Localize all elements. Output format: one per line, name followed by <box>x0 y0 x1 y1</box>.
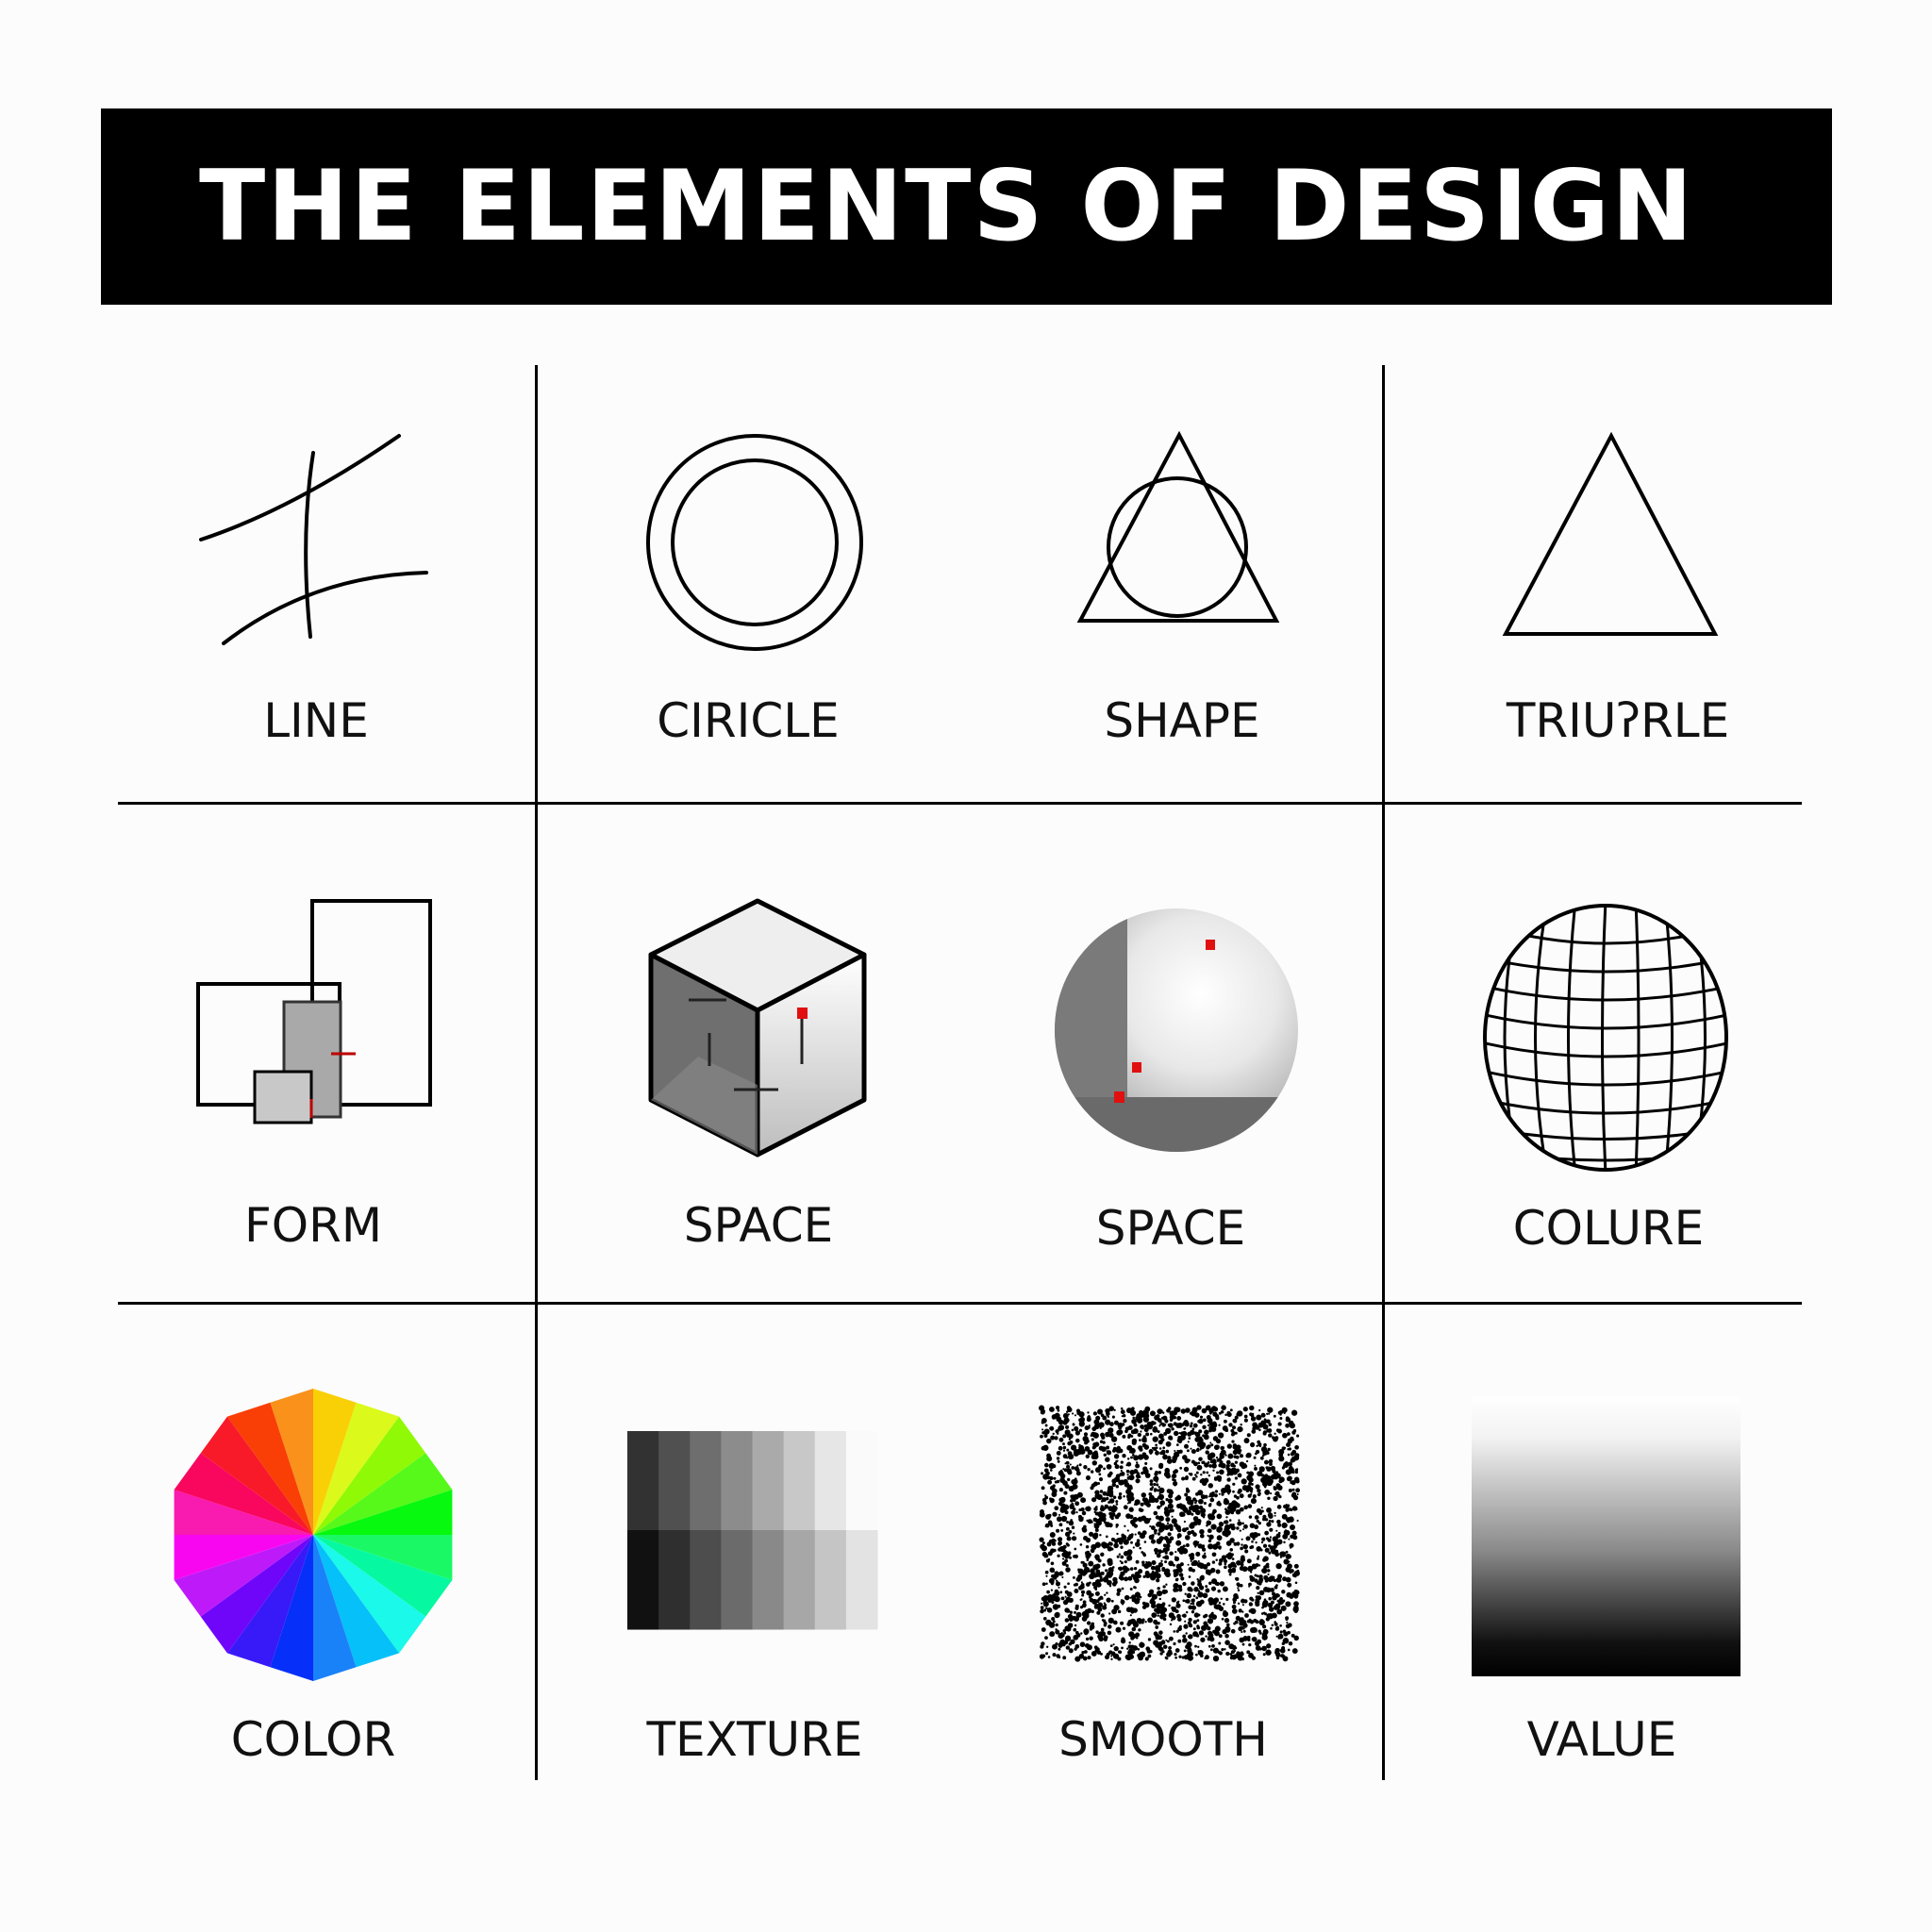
texture-pixel <box>721 1431 753 1465</box>
texture-pixel <box>690 1530 722 1564</box>
texture-pixel <box>752 1563 785 1597</box>
texture-pixel <box>845 1464 878 1498</box>
page-title: THE ELEMENTS OF DESIGN <box>199 150 1695 263</box>
texture-pixel <box>783 1596 816 1630</box>
texture-pixel <box>627 1563 659 1597</box>
cell-label-circle: CIRICLE <box>657 693 840 748</box>
texture-pixel <box>658 1596 691 1630</box>
value-gradient-icon <box>1472 1396 1740 1676</box>
texture-pixel <box>721 1464 753 1498</box>
wireframe-sphere-icon <box>1483 904 1728 1172</box>
texture-pixel <box>783 1464 816 1498</box>
texture-pixel <box>814 1530 847 1564</box>
cell-label-colure: COLURE <box>1512 1201 1705 1256</box>
triangle-icon <box>1502 431 1719 636</box>
texture-pixel <box>783 1563 816 1597</box>
texture-pixel <box>690 1596 722 1630</box>
texture-pixel <box>845 1563 878 1597</box>
texture-pixel <box>783 1431 816 1465</box>
texture-pixel <box>627 1464 659 1498</box>
texture-pixel <box>783 1497 816 1531</box>
texture-pixel <box>627 1431 659 1465</box>
texture-pixel <box>752 1530 785 1564</box>
texture-pixel <box>845 1431 878 1465</box>
texture-pixel <box>721 1596 753 1630</box>
texture-pixel <box>627 1497 659 1531</box>
texture-pixel <box>721 1497 753 1531</box>
color-wheel-icon <box>174 1389 453 1681</box>
ring-icon <box>646 434 863 651</box>
cube-icon <box>648 898 867 1158</box>
pixel-gradient-icon <box>627 1431 878 1630</box>
grid-line-horizontal-2 <box>118 1302 1802 1305</box>
texture-pixel <box>690 1497 722 1531</box>
texture-pixel <box>658 1530 691 1564</box>
stipple-texture-icon <box>1039 1405 1300 1662</box>
cell-label-line: LINE <box>263 693 369 748</box>
texture-pixel <box>690 1431 722 1465</box>
cell-label-smooth: SMOOTH <box>1058 1712 1268 1767</box>
texture-pixel <box>690 1464 722 1498</box>
texture-pixel <box>721 1563 753 1597</box>
texture-pixel <box>845 1497 878 1531</box>
title-banner: THE ELEMENTS OF DESIGN <box>101 108 1832 305</box>
cell-label-form: FORM <box>244 1198 382 1253</box>
crossing-lines-icon <box>199 434 428 645</box>
texture-pixel <box>721 1530 753 1564</box>
texture-pixel <box>814 1497 847 1531</box>
texture-pixel <box>752 1464 785 1498</box>
overlapping-rectangles-icon <box>196 899 432 1124</box>
texture-pixel <box>814 1596 847 1630</box>
grid-line-horizontal-1 <box>118 802 1802 805</box>
cell-label-triangle: TRIUʔRLE <box>1506 693 1730 748</box>
texture-pixel <box>814 1431 847 1465</box>
texture-pixel <box>690 1563 722 1597</box>
shaded-sphere-icon <box>1055 908 1298 1152</box>
texture-pixel <box>752 1596 785 1630</box>
grid-line-vertical-1 <box>535 365 538 1780</box>
texture-pixel <box>814 1464 847 1498</box>
texture-pixel <box>658 1563 691 1597</box>
texture-pixel <box>752 1497 785 1531</box>
texture-pixel <box>752 1431 785 1465</box>
texture-pixel <box>658 1464 691 1498</box>
triangle-circle-icon <box>1076 430 1280 623</box>
texture-pixel <box>658 1497 691 1531</box>
cell-label-texture: TEXTURE <box>646 1712 863 1767</box>
cell-label-space-sphere: SPACE <box>1095 1201 1246 1256</box>
cell-label-shape: SHAPE <box>1104 693 1260 748</box>
texture-pixel <box>845 1596 878 1630</box>
texture-pixel <box>845 1530 878 1564</box>
cell-label-space-cube: SPACE <box>683 1198 834 1253</box>
texture-pixel <box>783 1530 816 1564</box>
cell-label-value: VALUE <box>1526 1712 1677 1767</box>
texture-pixel <box>814 1563 847 1597</box>
texture-pixel <box>627 1530 659 1564</box>
grid-line-vertical-2 <box>1382 365 1385 1780</box>
texture-pixel <box>627 1596 659 1630</box>
texture-pixel <box>658 1431 691 1465</box>
cell-label-color: COLOR <box>230 1712 396 1767</box>
